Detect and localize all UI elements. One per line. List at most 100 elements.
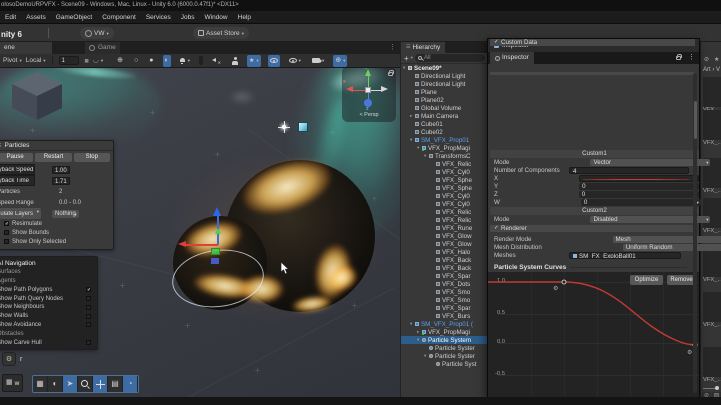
asset-thumbnail[interactable]: VFX_... bbox=[703, 347, 721, 384]
zoom-slider-knob[interactable] bbox=[715, 386, 719, 390]
lock-icon[interactable] bbox=[388, 69, 394, 76]
notifications-icon[interactable] bbox=[178, 55, 192, 67]
slash-icon[interactable]: ⊘ bbox=[704, 56, 709, 63]
grid-snap-icon[interactable] bbox=[83, 56, 89, 66]
hierarchy-item[interactable]: VFX_Rune bbox=[401, 224, 488, 232]
hierarchy-item[interactable]: VFX_Dots bbox=[401, 280, 488, 288]
grid-tool-icon[interactable] bbox=[33, 376, 48, 392]
asset-thumbnail[interactable]: VFX_... bbox=[703, 110, 721, 147]
tab-menu-icon[interactable]: ⋮ bbox=[389, 42, 396, 54]
lock-icon[interactable] bbox=[676, 53, 682, 60]
draw-mode-icon[interactable] bbox=[115, 55, 125, 67]
hierarchy-item[interactable]: ▸ VFX_PropMagi bbox=[401, 328, 488, 336]
tools-overlay-cluster[interactable]: w bbox=[2, 374, 24, 392]
remove-button[interactable]: Remove bbox=[667, 275, 696, 285]
hierarchy-item[interactable]: VFX_Glow bbox=[401, 240, 488, 248]
ai-nav-row[interactable]: Show Carve Hull bbox=[0, 338, 97, 347]
shading-shaded-icon[interactable] bbox=[147, 55, 155, 67]
renderer-module-row[interactable]: Renderer bbox=[490, 225, 695, 233]
components-count-field[interactable]: 4 bbox=[569, 166, 689, 174]
hierarchy-item[interactable]: Particle Syst bbox=[401, 360, 488, 368]
particles-panel-checkbox-row[interactable]: Resimulate bbox=[0, 219, 113, 228]
kebab-menu-icon[interactable]: ⋮ bbox=[688, 52, 695, 64]
effects-toggle-icon[interactable] bbox=[247, 54, 261, 67]
hierarchy-item[interactable]: ▾ VFX_PropMagi bbox=[401, 144, 488, 152]
hierarchy-item[interactable]: ▾ SM_VFX_Prop01 bbox=[401, 136, 488, 144]
hierarchy-item[interactable]: VFX_Cyl0 bbox=[401, 192, 488, 200]
menu-item[interactable]: Edit bbox=[5, 14, 16, 21]
camera-view-icon[interactable] bbox=[310, 55, 326, 67]
hierarchy-item[interactable]: VFX_Back bbox=[401, 264, 488, 272]
hierarchy-item[interactable]: ▾ Particle Syster bbox=[401, 352, 488, 360]
ai-nav-row[interactable]: Show Neighbours bbox=[0, 303, 97, 312]
vfx-graph-gizmo-icon[interactable] bbox=[298, 122, 308, 132]
orbit-tool-icon[interactable] bbox=[123, 376, 138, 392]
pivot-dropdown[interactable]: Pivot bbox=[3, 57, 22, 64]
mesh-distribution-dropdown[interactable]: Uniform Random bbox=[622, 243, 721, 251]
shading-mixed-icon[interactable] bbox=[162, 54, 171, 67]
add-dropdown-icon[interactable]: ▾ bbox=[411, 55, 413, 61]
hierarchy-item[interactable]: Directional Light bbox=[401, 72, 488, 80]
z-value-field[interactable]: 0 bbox=[578, 190, 699, 198]
ai-nav-row[interactable]: Show Avoidance bbox=[0, 321, 97, 330]
light-gizmo-icon[interactable] bbox=[278, 121, 290, 133]
particles-panel-checkbox-row[interactable]: Show Bounds bbox=[0, 228, 113, 237]
tab-hierarchy[interactable]: ☰ Hierarchy bbox=[401, 42, 446, 53]
module-checkbox-icon[interactable] bbox=[494, 39, 499, 45]
scene-orientation-gizmo[interactable]: y x z < Persp bbox=[342, 68, 396, 122]
asset-thumbnail[interactable]: VFX_... bbox=[703, 292, 721, 329]
snap-magnet-icon[interactable]: ◡ bbox=[93, 56, 103, 66]
menu-item[interactable]: Window bbox=[205, 14, 228, 21]
audio-mute-icon[interactable] bbox=[210, 55, 223, 68]
particle-module-row[interactable]: Custom Data bbox=[490, 39, 695, 47]
hierarchy-item[interactable]: Cube02 bbox=[401, 128, 488, 136]
hierarchy-item[interactable]: Cube01 bbox=[401, 120, 488, 128]
optimize-button[interactable]: Optimize bbox=[630, 275, 663, 285]
custom2-header[interactable]: Custom2 bbox=[490, 207, 699, 215]
curves-panel-title[interactable]: Particle System Curves bbox=[488, 264, 566, 271]
toolbar-separator[interactable] bbox=[199, 56, 204, 65]
grid-size-field[interactable]: 1 bbox=[58, 56, 79, 65]
scene-viewport[interactable]: y x z < Persp ☰Particles PauseRestartSto… bbox=[0, 68, 400, 397]
avatar-icon[interactable] bbox=[230, 55, 240, 67]
hierarchy-item[interactable]: Directional Light bbox=[401, 80, 488, 88]
ai-nav-row[interactable]: Obstacles bbox=[0, 329, 97, 338]
asset-thumbnail[interactable]: VFX_... bbox=[703, 77, 721, 114]
particles-panel-value[interactable]: 0.0 - 0.0 bbox=[59, 199, 81, 207]
hierarchy-item[interactable]: Plane02 bbox=[401, 96, 488, 104]
particles-panel-button[interactable]: Stop bbox=[73, 153, 110, 162]
keyframe-gear-icon[interactable]: ⚙ bbox=[553, 285, 558, 292]
hierarchy-item[interactable]: Global Volume bbox=[401, 104, 488, 112]
particles-panel-value[interactable]: 2 bbox=[59, 188, 62, 196]
hierarchy-item[interactable]: Plane bbox=[401, 88, 488, 96]
hierarchy-item[interactable]: ▾ Scene09* bbox=[401, 64, 488, 72]
hierarchy-item[interactable]: VFX_Spar bbox=[401, 272, 488, 280]
inspector-scrollbar[interactable] bbox=[693, 73, 697, 393]
hierarchy-item[interactable]: VFX_Relic bbox=[401, 216, 488, 224]
tab-inspector[interactable]: i Inspector bbox=[490, 52, 534, 64]
hierarchy-item[interactable]: VFX_Burs bbox=[401, 312, 488, 320]
hierarchy-item[interactable]: VFX_Cyl0 bbox=[401, 200, 488, 208]
ai-nav-row[interactable]: AI Navigation bbox=[0, 259, 97, 268]
hierarchy-item[interactable]: Particle Syster bbox=[401, 344, 488, 352]
hierarchy-item[interactable]: ▾ Particle System bbox=[401, 336, 488, 344]
particles-panel-value[interactable]: 1.00 bbox=[52, 165, 70, 174]
menu-item[interactable]: Jobs bbox=[181, 14, 195, 21]
particle-system-curves-editor[interactable]: 1.0 0.5 0.0 -0.5 ⚙ ⚙ Optimize Remove bbox=[488, 272, 699, 398]
hierarchy-item[interactable]: VFX_Relic bbox=[401, 160, 488, 168]
y-value-field[interactable]: 0 bbox=[579, 182, 700, 190]
move-tool-icon[interactable] bbox=[93, 376, 108, 392]
projection-label[interactable]: < Persp bbox=[342, 112, 396, 118]
hierarchy-item[interactable]: VFX_Smo bbox=[401, 288, 488, 296]
scene-cube-object[interactable] bbox=[12, 72, 62, 120]
shaded-tool-icon[interactable] bbox=[48, 376, 63, 392]
overlay-visibility-icon[interactable] bbox=[287, 55, 303, 67]
handle-orientation-dropdown[interactable]: Local bbox=[26, 57, 46, 64]
w-value-field[interactable]: 0 bbox=[580, 198, 701, 206]
menu-item[interactable]: Assets bbox=[26, 14, 46, 21]
render-mode-dropdown[interactable]: Mesh bbox=[612, 235, 721, 243]
menu-item[interactable]: GameObject bbox=[56, 14, 93, 21]
hierarchy-search-input[interactable]: All bbox=[414, 54, 485, 62]
hierarchy-item[interactable]: VFX_Relic bbox=[401, 208, 488, 216]
view-tool-icon[interactable] bbox=[63, 376, 78, 392]
